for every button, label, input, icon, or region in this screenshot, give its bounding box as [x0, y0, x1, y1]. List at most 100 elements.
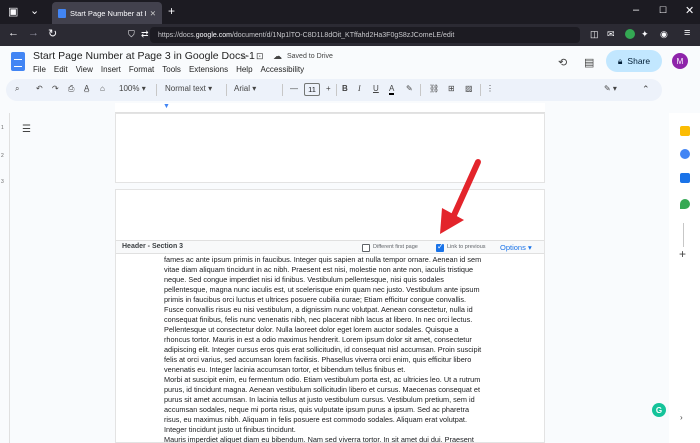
ruler-number: 1 [1, 125, 4, 131]
avatar[interactable]: M [672, 53, 688, 69]
forward-arrow-icon[interactable]: → [28, 27, 39, 39]
add-on-plus-icon[interactable]: + [679, 247, 686, 261]
star-icon[interactable]: ☆ [240, 51, 248, 62]
divider [226, 84, 227, 96]
minimize-icon[interactable]: – [633, 4, 639, 16]
body-line: purus sit amet accumsan. In lacinia tell… [164, 395, 475, 404]
mail-icon[interactable]: ✉ [607, 29, 615, 40]
menu-format[interactable]: Format [129, 65, 154, 74]
document-title[interactable]: Start Page Number at Page 3 in Google Do… [33, 50, 255, 62]
grammarly-badge-icon[interactable]: G [652, 403, 666, 417]
horizontal-ruler[interactable]: ▼ [115, 103, 545, 113]
style-select[interactable]: Normal text ▾ [165, 84, 212, 93]
maximize-icon[interactable]: ☐ [659, 5, 667, 16]
tab-list-icon[interactable]: ⌄ [30, 4, 39, 17]
url-prefix: https://docs. [158, 31, 196, 39]
indent-marker-icon[interactable]: ▼ [163, 103, 170, 110]
pocket-icon[interactable]: ◫ [590, 29, 599, 40]
menu-insert[interactable]: Insert [101, 65, 121, 74]
divider [336, 84, 337, 96]
document-outline-icon[interactable]: ☰ [22, 124, 31, 135]
menu-extensions[interactable]: Extensions [189, 65, 228, 74]
vertical-ruler[interactable]: 1 2 3 [0, 113, 10, 443]
insert-image-icon[interactable]: ▨ [465, 84, 473, 93]
body-line: pellentesque, magna nunc iaculis est, ut… [164, 285, 480, 294]
body-line: Morbi at suscipit enim, eu fermentum odi… [164, 375, 481, 384]
menu-bar: File Edit View Insert Format Tools Exten… [33, 65, 304, 74]
share-button[interactable]: 🔒︎ Share [606, 50, 662, 72]
keep-icon[interactable] [680, 126, 690, 136]
divider [480, 84, 481, 96]
google-docs-logo-icon[interactable] [11, 52, 25, 71]
close-window-icon[interactable]: ✕ [685, 4, 694, 17]
contacts-icon[interactable] [680, 173, 690, 183]
menu-icon[interactable]: ≡ [684, 27, 690, 39]
editing-mode-pencil-icon[interactable]: ✎ ▾ [604, 84, 617, 93]
underline-icon[interactable]: U [373, 84, 379, 93]
body-line: felis at orci varius, sed accumsan lorem… [164, 355, 472, 364]
extensions-icon[interactable]: ✦ [641, 29, 649, 40]
url-domain: google.com [195, 31, 232, 39]
body-line: Mauris imperdiet aliquet diam eu bibendu… [164, 435, 474, 443]
shield-icon[interactable]: ⛉ [128, 29, 135, 40]
text-color-icon[interactable]: A [389, 84, 395, 95]
link-to-previous-checkbox[interactable] [436, 242, 444, 252]
menu-file[interactable]: File [33, 65, 46, 74]
highlight-icon[interactable]: ✎ [406, 84, 413, 93]
maps-icon[interactable] [680, 199, 690, 209]
close-tab-icon[interactable]: ✕ [150, 9, 156, 18]
menu-help[interactable]: Help [236, 65, 252, 74]
add-comment-icon[interactable]: ⊞ [448, 84, 455, 93]
search-menus-icon[interactable]: ⌕ [15, 84, 19, 94]
cloud-saved-icon[interactable]: ☁ [273, 51, 282, 62]
different-first-page-checkbox[interactable] [362, 244, 370, 252]
browser-tab-bar: ▣ ⌄ Start Page Number at Page 3 in ✕ + –… [0, 0, 700, 24]
site-permissions-icon[interactable]: ⇄ [141, 29, 149, 40]
browser-tab-active[interactable]: Start Page Number at Page 3 in ✕ [52, 2, 162, 24]
body-line: purus, id tincidunt magna. Aenean vestib… [164, 385, 480, 394]
redo-icon[interactable]: ↷ [52, 84, 59, 93]
body-line: Integer tincidunt justo ut finibus tinci… [164, 425, 296, 434]
link-icon[interactable]: ⛓ [429, 84, 439, 93]
link-to-previous-label[interactable]: Link to previous [447, 244, 486, 250]
hide-menus-chevron-up-icon[interactable]: ⌃ [642, 84, 650, 95]
comments-icon[interactable]: ▤ [584, 56, 594, 69]
zoom-select[interactable]: 100% ▾ [119, 84, 146, 93]
side-panel-toggle-chevron-icon[interactable]: › [680, 413, 683, 422]
menu-accessibility[interactable]: Accessibility [261, 65, 305, 74]
url-bar[interactable]: https://docs. google.com/document/d/1Np1l… [150, 27, 580, 43]
tab-overview-icon[interactable]: ▣ [8, 5, 18, 18]
print-icon[interactable]: ⎙ [68, 84, 74, 94]
font-size-input[interactable]: 11 [304, 83, 320, 96]
back-arrow-icon[interactable]: ← [8, 27, 19, 39]
account-icon[interactable]: ◉ [660, 29, 668, 40]
new-tab-plus-icon[interactable]: + [168, 4, 175, 18]
body-line: Pellentesque ut consectetur dolor. Nulla… [164, 325, 459, 334]
paint-format-icon[interactable]: ⌂ [100, 84, 105, 93]
bold-icon[interactable]: B [342, 84, 348, 93]
menu-tools[interactable]: Tools [162, 65, 181, 74]
increase-font-size-icon[interactable]: + [326, 84, 331, 93]
version-history-icon[interactable]: ⟲ [558, 56, 567, 69]
more-options-icon[interactable]: ⋮ [486, 84, 494, 93]
menu-edit[interactable]: Edit [54, 65, 68, 74]
undo-icon[interactable]: ↶ [36, 84, 43, 93]
different-first-page-label[interactable]: Different first page [373, 244, 418, 250]
document-body-text[interactable]: fames ac ante ipsum primis in faucibus. … [164, 255, 494, 443]
menu-view[interactable]: View [76, 65, 93, 74]
ruler-number: 3 [1, 179, 4, 185]
italic-icon[interactable]: I [358, 84, 361, 93]
move-folder-icon[interactable]: ⊡ [256, 51, 264, 62]
spellcheck-icon[interactable]: A̲ [84, 84, 89, 93]
browser-nav-bar: ← → ↻ ⛉ ⇄ https://docs. google.com/docume… [0, 24, 700, 46]
tasks-icon[interactable] [680, 149, 690, 159]
options-label: Options [500, 243, 526, 252]
font-select[interactable]: Arial ▾ [234, 84, 256, 93]
grammarly-extension-icon[interactable] [625, 29, 635, 39]
reload-icon[interactable]: ↻ [48, 27, 57, 40]
header-section-bar: Header - Section 3 Different first page … [116, 240, 544, 254]
header-options-button[interactable]: Options ▾ [500, 243, 532, 252]
ruler-number: 2 [1, 153, 4, 159]
decrease-font-size-icon[interactable]: — [290, 84, 298, 93]
scroll-indicator[interactable] [683, 223, 684, 247]
